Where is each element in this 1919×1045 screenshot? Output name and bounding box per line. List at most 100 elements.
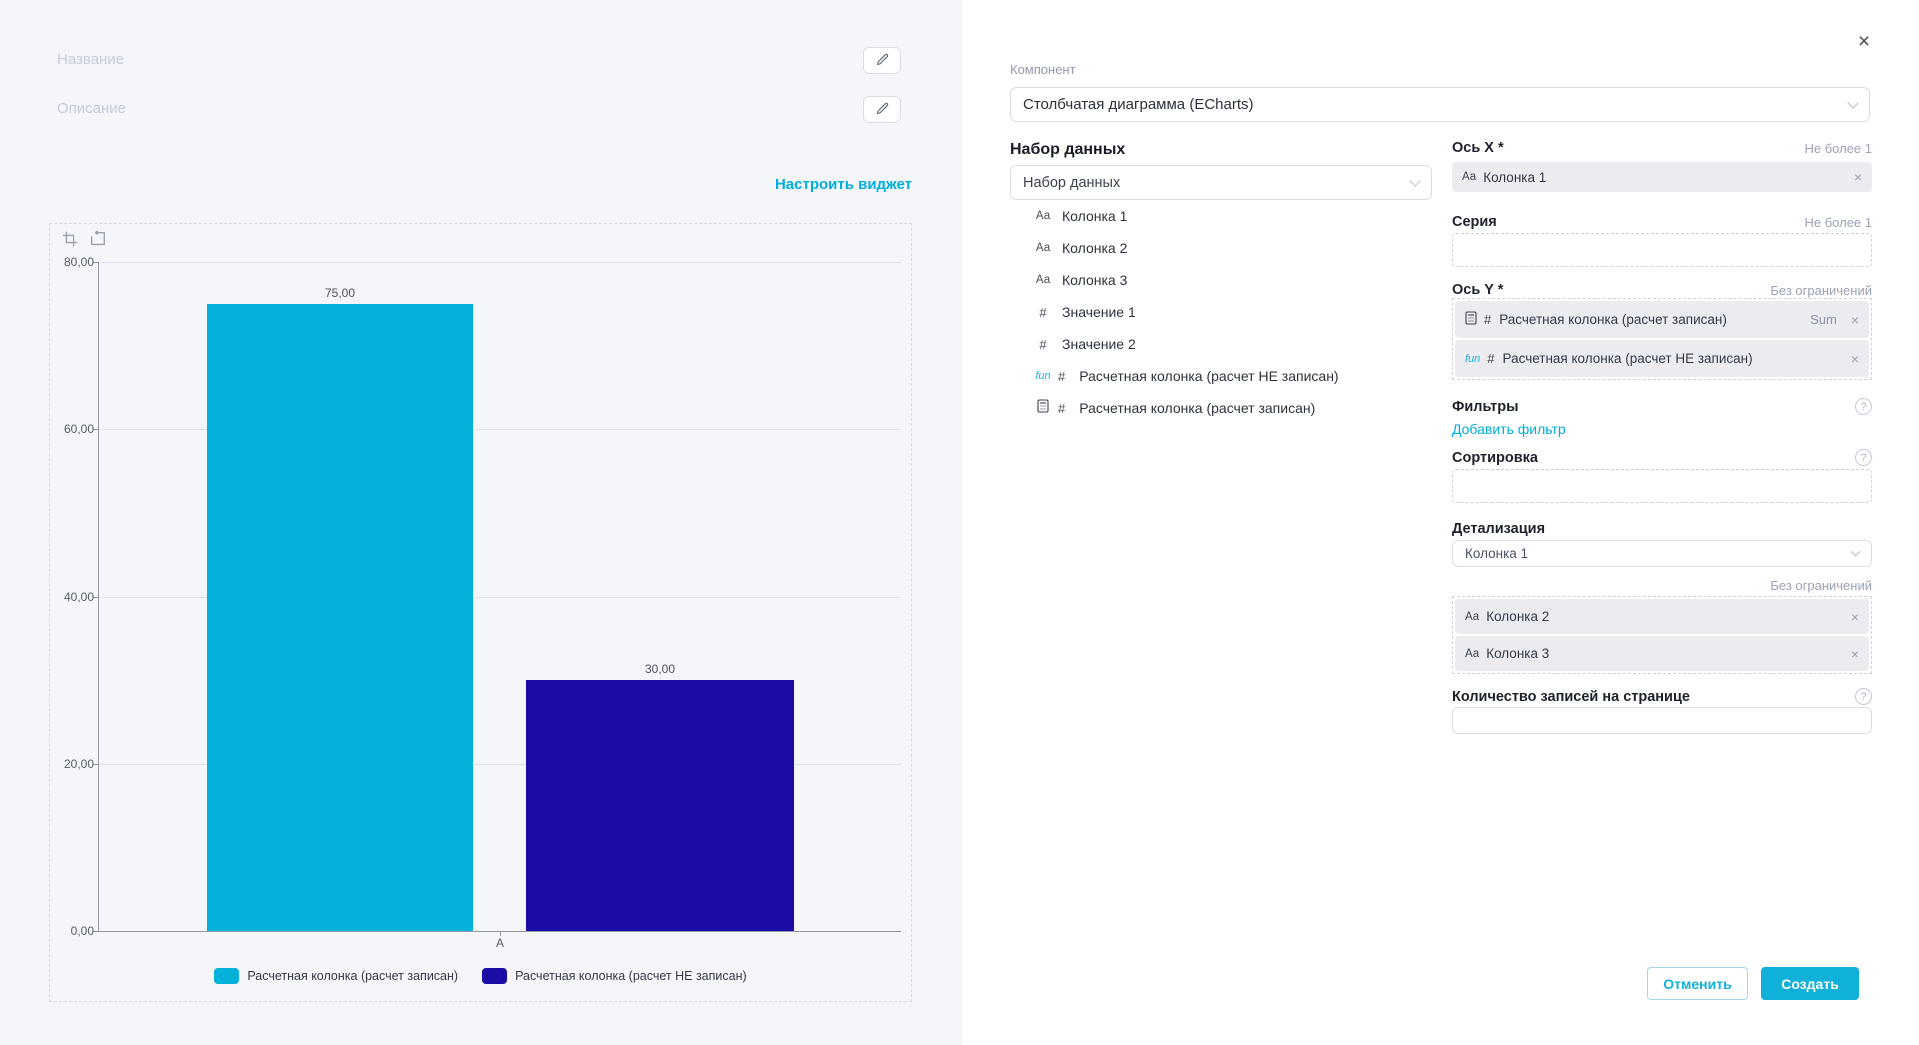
dataset-field-item[interactable]: # Значение 2 (1030, 333, 1339, 355)
help-icon[interactable]: ? (1855, 398, 1872, 415)
hash-icon: # (1487, 351, 1494, 366)
fun-icon: fun (1030, 370, 1056, 382)
aa-icon: Аа (1030, 242, 1056, 254)
axis-y-hint: Без ограничений (1770, 283, 1872, 298)
hash-icon: # (1058, 369, 1065, 384)
calculator-icon (1465, 311, 1477, 328)
aa-icon: Аа (1465, 611, 1479, 623)
bar-value-label: 75,00 (207, 286, 473, 300)
aa-icon: Аа (1030, 274, 1056, 286)
widget-editor: Название Описание Настроить виджет 80,00… (0, 0, 1919, 1045)
aa-icon: Аа (1465, 648, 1479, 660)
dataset-field-label: Расчетная колонка (расчет НЕ записан) (1079, 368, 1338, 384)
dataset-field-label: Значение 2 (1062, 336, 1136, 352)
aa-icon: Аа (1030, 210, 1056, 222)
field-chip[interactable]: # Расчетная колонка (расчет записан)Sum × (1455, 301, 1869, 338)
axis-x-value: АаКолонка 1× (1452, 162, 1872, 192)
dataset-heading: Набор данных (1010, 141, 1125, 159)
dataset-field-label: Расчетная колонка (расчет записан) (1079, 400, 1315, 416)
dataset-field-item[interactable]: Аа Колонка 1 (1030, 205, 1339, 227)
aggregation-badge: Sum (1810, 312, 1837, 327)
legend-label: Расчетная колонка (расчет НЕ записан) (515, 969, 747, 983)
aa-icon: Аа (1462, 171, 1476, 183)
remove-chip-icon[interactable]: × (1851, 351, 1859, 367)
edit-description-button[interactable] (863, 96, 901, 123)
name-label: Название (57, 51, 124, 68)
component-label: Компонент (1010, 62, 1076, 77)
dataset-field-list: Аа Колонка 1 Аа Колонка 2 Аа Колонка 3 # Значен… (1030, 205, 1339, 419)
detail-select-value: Колонка 1 (1465, 546, 1852, 561)
dataset-field-item[interactable]: fun# Расчетная колонка (расчет НЕ записан… (1030, 365, 1339, 387)
legend-item[interactable]: Расчетная колонка (расчет НЕ записан) (482, 968, 747, 984)
dataset-field-label: Колонка 3 (1062, 272, 1127, 288)
sorting-dropzone[interactable] (1452, 469, 1872, 503)
axis-y-dropzone[interactable]: #Расчетная колонка (расчет записан)Sum×f… (1452, 298, 1872, 380)
field-chip[interactable]: Аа Колонка 3× (1455, 636, 1869, 671)
chip-label: Расчетная колонка (расчет НЕ записан) (1503, 351, 1851, 366)
bar-series-0 (207, 304, 473, 931)
y-axis-tick-label: 20,00 (50, 757, 94, 771)
component-select[interactable]: Столбчатая диаграмма (ECharts) (1010, 87, 1870, 122)
description-label: Описание (57, 100, 126, 117)
remove-chip-icon[interactable]: × (1854, 169, 1862, 185)
hash-icon: # (1484, 312, 1491, 327)
create-button[interactable]: Создать (1761, 967, 1859, 1000)
remove-chip-icon[interactable]: × (1851, 646, 1859, 662)
chip-label: Расчетная колонка (расчет записан) (1499, 312, 1810, 327)
detail-dropzone[interactable]: АаКолонка 2×АаКолонка 3× (1452, 596, 1872, 674)
bar-chart: 80,0060,0040,0020,000,0075,0030,00AРасче… (50, 224, 911, 1001)
field-chip[interactable]: fun#Расчетная колонка (расчет НЕ записан… (1455, 340, 1869, 377)
bar-value-label: 30,00 (526, 662, 794, 676)
widget-settings-panel: × Компонент Столбчатая диаграмма (EChart… (962, 0, 1919, 1045)
y-axis-tick-label: 0,00 (50, 924, 94, 938)
help-icon[interactable]: ? (1855, 449, 1872, 466)
field-chip[interactable]: АаКолонка 2× (1455, 599, 1869, 634)
hash-icon: # (1030, 337, 1056, 352)
axis-y-label: Ось Y * (1452, 282, 1503, 298)
calculator-icon (1030, 399, 1056, 418)
cancel-button[interactable]: Отменить (1647, 967, 1748, 1000)
x-axis-category-label: A (480, 936, 520, 950)
series-dropzone[interactable] (1452, 233, 1872, 267)
y-axis-tick-label: 40,00 (50, 590, 94, 604)
detail-select[interactable]: Колонка 1 (1452, 540, 1872, 567)
widget-preview: 80,0060,0040,0020,000,0075,0030,00AРасче… (49, 223, 912, 1002)
pencil-icon (875, 52, 890, 70)
page-size-input[interactable] (1452, 707, 1872, 734)
remove-chip-icon[interactable]: × (1851, 312, 1859, 328)
dataset-field-label: Колонка 2 (1062, 240, 1127, 256)
configure-widget-link[interactable]: Настроить виджет (775, 176, 912, 193)
series-label: Серия (1452, 214, 1497, 230)
hash-icon: # (1030, 305, 1056, 320)
chip-label: Колонка 3 (1486, 646, 1851, 661)
bar-series-1 (526, 680, 794, 931)
dataset-field-item[interactable]: Аа Колонка 2 (1030, 237, 1339, 259)
dataset-field-item[interactable]: # Значение 1 (1030, 301, 1339, 323)
legend-item[interactable]: Расчетная колонка (расчет записан) (214, 968, 458, 984)
dataset-field-item[interactable]: Аа Колонка 3 (1030, 269, 1339, 291)
series-hint: Не более 1 (1804, 215, 1872, 230)
y-axis-tick-label: 60,00 (50, 422, 94, 436)
chart-legend: Расчетная колонка (расчет записан) Расчет… (50, 968, 911, 984)
help-icon[interactable]: ? (1855, 688, 1872, 705)
y-axis-line (98, 262, 99, 931)
legend-label: Расчетная колонка (расчет записан) (247, 969, 458, 983)
legend-swatch (482, 968, 507, 984)
detail-hint: Без ограничений (1452, 578, 1872, 593)
field-chip[interactable]: АаКолонка 1× (1452, 162, 1872, 192)
sorting-label: Сортировка (1452, 450, 1538, 466)
dataset-select[interactable]: Набор данных (1010, 165, 1432, 200)
axis-x-label: Ось X * (1452, 140, 1504, 156)
dataset-field-label: Колонка 1 (1062, 208, 1127, 224)
remove-chip-icon[interactable]: × (1851, 609, 1859, 625)
edit-name-button[interactable] (863, 47, 901, 74)
close-icon[interactable]: × (1852, 30, 1876, 54)
component-select-value: Столбчатая диаграмма (ECharts) (1023, 96, 1849, 113)
detail-label: Детализация (1452, 521, 1545, 537)
gridline (98, 262, 901, 263)
filters-label: Фильтры (1452, 399, 1518, 415)
add-filter-link[interactable]: Добавить фильтр (1452, 421, 1566, 437)
dataset-field-label: Значение 1 (1062, 304, 1136, 320)
chevron-down-icon (1409, 175, 1420, 186)
dataset-field-item[interactable]: #Расчетная колонка (расчет записан) (1030, 397, 1339, 419)
